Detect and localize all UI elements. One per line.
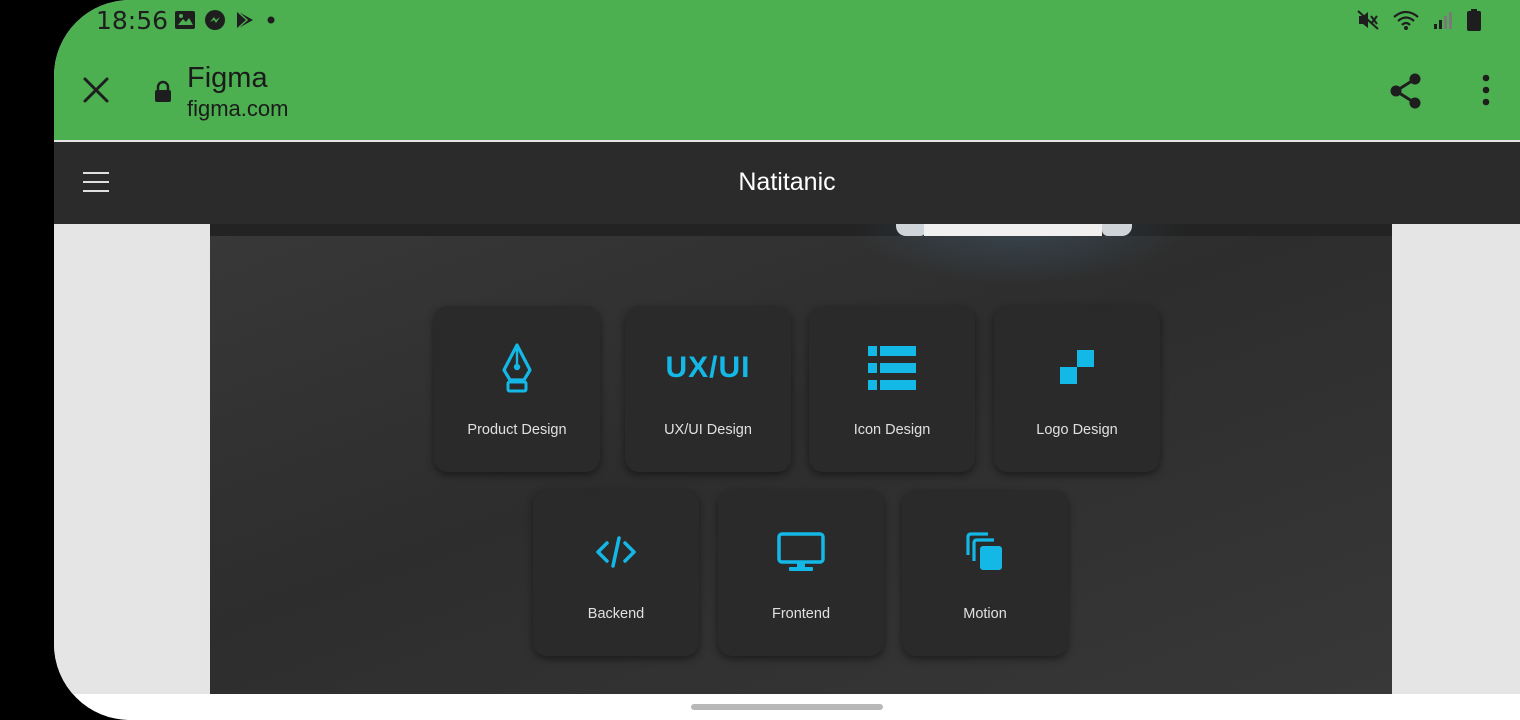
service-label: Frontend bbox=[771, 606, 831, 622]
share-icon bbox=[1390, 73, 1421, 109]
service-label: Backend bbox=[587, 606, 645, 622]
phone-screen: 18:56 Figma figma.com Natitanic Product … bbox=[54, 0, 1520, 720]
browser-toolbar: 18:56 Figma figma.com bbox=[54, 0, 1520, 140]
service-label: Motion bbox=[963, 606, 1007, 622]
close-icon bbox=[83, 77, 109, 103]
dot-icon bbox=[264, 13, 278, 27]
service-label: Logo Design bbox=[1036, 422, 1118, 438]
page-title: Figma bbox=[187, 62, 268, 94]
pen-nib-icon bbox=[502, 343, 532, 393]
signal-icon bbox=[1432, 9, 1454, 31]
service-label: Icon Design bbox=[853, 422, 931, 438]
layers-icon bbox=[966, 532, 1002, 570]
status-left-icons bbox=[174, 9, 278, 31]
service-card-icon-design[interactable]: Icon Design bbox=[809, 306, 975, 472]
service-card-backend[interactable]: Backend bbox=[533, 490, 699, 656]
monitor-icon bbox=[777, 532, 825, 571]
close-button[interactable] bbox=[80, 74, 112, 106]
services-section: Product Design UX/UI UX/UI Design Icon D… bbox=[210, 224, 1392, 694]
lock-icon bbox=[153, 80, 173, 104]
share-button[interactable] bbox=[1388, 72, 1424, 110]
play-store-icon bbox=[234, 9, 256, 31]
page-url: figma.com bbox=[187, 96, 289, 121]
service-card-ux-ui-design[interactable]: UX/UI UX/UI Design bbox=[625, 306, 791, 472]
list-icon bbox=[868, 346, 916, 390]
status-time: 18:56 bbox=[96, 6, 169, 35]
status-right-icons bbox=[1356, 8, 1482, 32]
service-card-product-design[interactable]: Product Design bbox=[434, 306, 600, 472]
squares-icon bbox=[1060, 350, 1094, 384]
image-icon bbox=[174, 10, 196, 30]
site-header: Natitanic bbox=[54, 142, 1520, 224]
service-card-logo-design[interactable]: Logo Design bbox=[994, 306, 1160, 472]
service-label: Product Design bbox=[467, 422, 567, 438]
service-label: UX/UI Design bbox=[664, 422, 752, 438]
brand-title[interactable]: Natitanic bbox=[54, 168, 1520, 197]
hero-figure bbox=[896, 224, 1132, 236]
more-options-button[interactable] bbox=[1480, 74, 1492, 106]
battery-icon bbox=[1466, 8, 1482, 32]
wifi-icon bbox=[1392, 9, 1420, 31]
messenger-icon bbox=[204, 9, 226, 31]
gesture-navigation-bar[interactable] bbox=[691, 704, 883, 710]
code-icon bbox=[596, 536, 636, 568]
page-title-block[interactable]: Figma figma.com bbox=[187, 60, 288, 122]
more-vert-icon bbox=[1482, 74, 1490, 106]
service-card-motion[interactable]: Motion bbox=[902, 490, 1068, 656]
hero-bottom-edge bbox=[210, 224, 1392, 236]
web-content: Natitanic Product Design UX/UI UX/UI Des… bbox=[54, 140, 1520, 694]
ux-ui-text-icon: UX/UI bbox=[665, 351, 751, 384]
mute-icon bbox=[1356, 9, 1380, 31]
service-card-frontend[interactable]: Frontend bbox=[718, 490, 884, 656]
